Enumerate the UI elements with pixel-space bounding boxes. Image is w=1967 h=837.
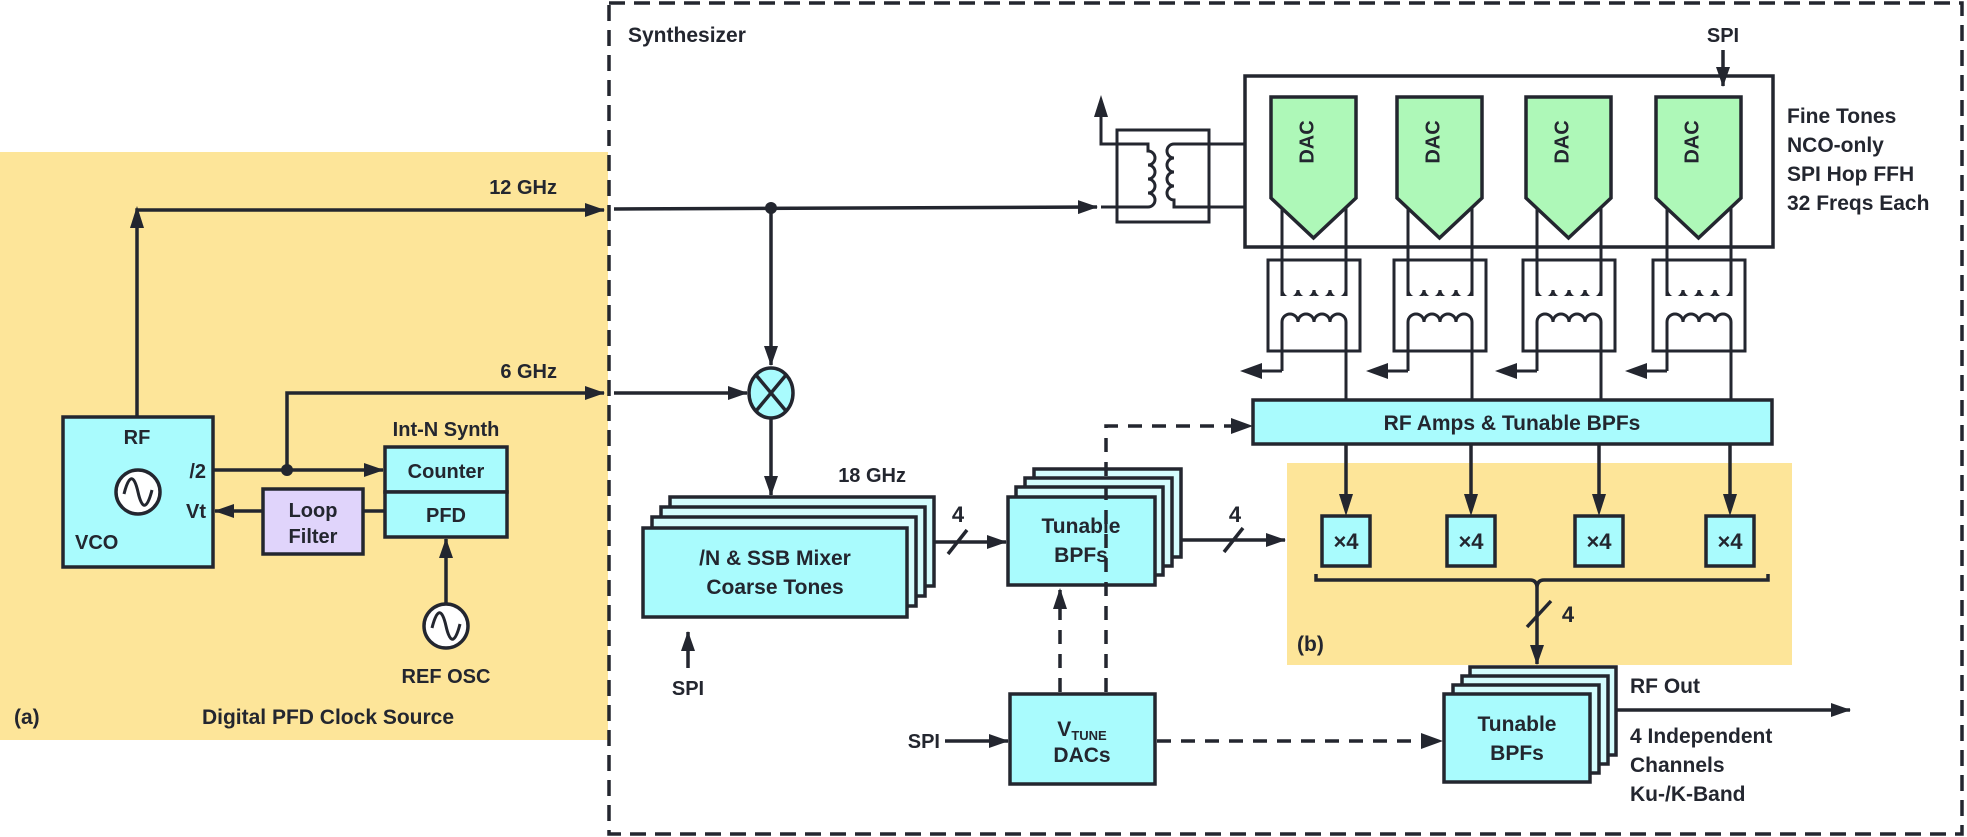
multiplier-label: ×4: [1717, 529, 1743, 554]
rf-out-note-1: 4 Independent: [1630, 725, 1772, 748]
ref-osc-icon: [422, 602, 470, 650]
rf-out-title: RF Out: [1630, 675, 1700, 698]
rf-amps-label: RF Amps & Tunable BPFs: [1384, 412, 1641, 435]
rf-out-note-2: Channels: [1630, 754, 1725, 777]
region-b-tag: (b): [1297, 633, 1324, 656]
counter-label: Counter: [408, 461, 485, 483]
line-12ghz-synth: [613, 200, 1098, 215]
vco-name: VCO: [75, 532, 118, 554]
rf-out-note-3: Ku-/K-Band: [1630, 783, 1745, 806]
vco-rf-label: RF: [124, 427, 151, 449]
tap-arrow-icon: [1495, 363, 1517, 379]
junction-dot: [281, 464, 293, 476]
label-6ghz: 6 GHz: [500, 361, 557, 383]
balun-secondary: [1535, 312, 1603, 400]
balun-secondary: [1280, 312, 1348, 400]
arrow-to-rf-amps: [1231, 418, 1253, 434]
dac-label: DAC: [1423, 120, 1445, 163]
coil-gap: [1406, 296, 1474, 304]
tap-arrow-icon: [1625, 363, 1647, 379]
dac-note-1: Fine Tones: [1787, 105, 1896, 128]
sine-oscillator-icon: [114, 468, 162, 516]
arrow-to-out-bpf: [1421, 733, 1443, 749]
multiplier-label: ×4: [1458, 529, 1484, 554]
coil-gap: [1280, 296, 1348, 304]
region-a-caption: Digital PFD Clock Source: [202, 706, 454, 729]
coarse-spi-label: SPI: [672, 678, 704, 700]
multiplier-label: ×4: [1586, 529, 1612, 554]
balun-secondary: [1406, 312, 1474, 400]
arrow-vtune-to-mid-bpf: [1053, 588, 1067, 609]
out-bpf-line2: BPFs: [1490, 742, 1544, 765]
mid-bpf-line2: BPFs: [1054, 544, 1108, 567]
block-diagram: Synthesizer 12 GHz 6 GHz RF /2 Vt VCO Lo…: [0, 1, 1964, 836]
input-transformer: [1094, 95, 1245, 224]
vtune-v: V: [1057, 718, 1071, 741]
label-12ghz: 12 GHz: [489, 177, 557, 199]
region-a-tag: (a): [14, 706, 40, 729]
mid-bpf-line1: Tunable: [1042, 515, 1121, 538]
dac-bank-spi-label: SPI: [1707, 25, 1739, 47]
vtune-sub: TUNE: [1071, 728, 1107, 743]
dac-label: DAC: [1682, 120, 1704, 163]
bus-label-3: 4: [1562, 602, 1575, 627]
bus-label-1: 4: [952, 502, 965, 527]
pfd-label: PFD: [426, 505, 466, 527]
dac-note-4: 32 Freqs Each: [1787, 192, 1929, 215]
tap-arrow-icon: [1240, 363, 1262, 379]
multiplier-label: ×4: [1333, 529, 1359, 554]
coarse-line2: Coarse Tones: [706, 576, 843, 599]
coil-gap: [1665, 296, 1733, 304]
label-18ghz: 18 GHz: [838, 465, 906, 487]
balun-secondary: [1665, 312, 1733, 400]
bus-label-2: 4: [1229, 502, 1242, 527]
coil-gap: [1535, 296, 1603, 304]
coarse-line1: /N & SSB Mixer: [699, 547, 851, 570]
int-n-title: Int-N Synth: [393, 419, 500, 441]
vtune-spi-label: SPI: [908, 731, 940, 753]
dac-note-3: SPI Hop FFH: [1787, 163, 1914, 186]
dac-label: DAC: [1297, 120, 1319, 163]
loop-filter-line2: Filter: [289, 526, 338, 548]
dac-label: DAC: [1552, 120, 1574, 163]
vtune-line2: DACs: [1053, 744, 1110, 767]
out-bpf-line1: Tunable: [1478, 713, 1557, 736]
vco-div-label: /2: [189, 461, 206, 483]
ref-osc-label: REF OSC: [402, 666, 491, 688]
tap-arrow-icon: [1366, 363, 1388, 379]
mixer-icon[interactable]: [747, 366, 795, 420]
synthesizer-title: Synthesizer: [628, 24, 746, 47]
dac-note-2: NCO-only: [1787, 134, 1884, 157]
loop-filter-line1: Loop: [289, 500, 338, 522]
vco-vt-label: Vt: [186, 501, 206, 523]
